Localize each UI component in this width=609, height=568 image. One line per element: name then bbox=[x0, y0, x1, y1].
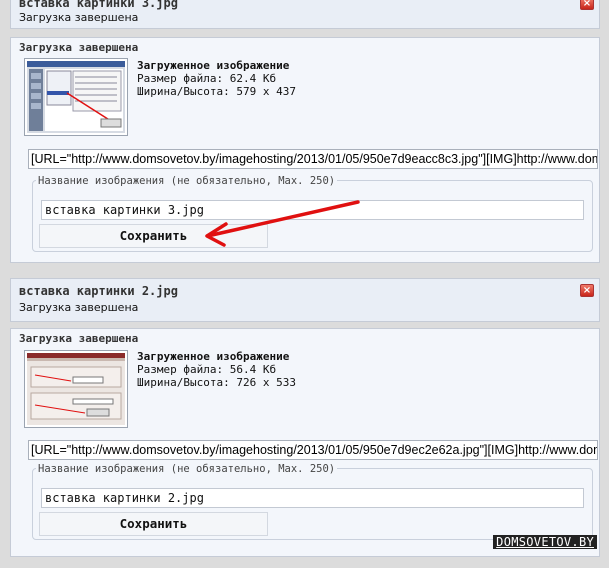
box-title: Загрузка завершена bbox=[19, 41, 139, 54]
upload-result-box: Загрузка завершена Загруженное изображен… bbox=[10, 37, 600, 263]
save-button[interactable]: Сохранить bbox=[39, 224, 268, 248]
image-name-input[interactable]: вставка картинки 3.jpg bbox=[41, 200, 584, 220]
upload-result-box: Загрузка завершена Загруженное изображен… bbox=[10, 328, 600, 557]
meta-title: Загруженное изображение bbox=[137, 350, 290, 363]
image-name-fieldset: Название изображения (не обязательно, Ma… bbox=[32, 175, 593, 252]
image-dimensions: Ширина/Высота: 579 x 437 bbox=[137, 85, 296, 98]
site-watermark: DOMSOVETOV.BY bbox=[493, 535, 597, 549]
upload-panel-header: вставка картинки 3.jpg Загрузка завершен… bbox=[10, 0, 600, 29]
bbcode-field[interactable]: [URL="http://www.domsovetov.by/imagehost… bbox=[28, 440, 598, 460]
close-icon[interactable]: × bbox=[580, 0, 594, 10]
thumbnail-preview bbox=[27, 61, 125, 133]
image-name-fieldset: Название изображения (не обязательно, Ma… bbox=[32, 463, 593, 540]
image-meta: Загруженное изображение Размер файла: 62… bbox=[137, 59, 296, 98]
image-meta: Загруженное изображение Размер файла: 56… bbox=[137, 350, 296, 389]
box-title: Загрузка завершена bbox=[19, 332, 139, 345]
file-name: вставка картинки 3.jpg bbox=[19, 0, 178, 10]
file-name: вставка картинки 2.jpg bbox=[19, 284, 178, 298]
image-name-legend: Название изображения (не обязательно, Ma… bbox=[36, 175, 338, 187]
save-button[interactable]: Сохранить bbox=[39, 512, 268, 536]
screenshot-thumbnail-graphic bbox=[27, 353, 125, 425]
close-icon[interactable]: × bbox=[580, 284, 594, 297]
image-dimensions: Ширина/Высота: 726 x 533 bbox=[137, 376, 296, 389]
upload-status: Загрузка завершена bbox=[19, 301, 139, 314]
image-name-input[interactable]: вставка картинки 2.jpg bbox=[41, 488, 584, 508]
upload-status: Загрузка завершена bbox=[19, 11, 139, 24]
screenshot-thumbnail-graphic bbox=[27, 61, 125, 133]
upload-panel-header: вставка картинки 2.jpg Загрузка завершен… bbox=[10, 278, 600, 322]
image-thumbnail[interactable] bbox=[24, 350, 128, 428]
file-size: Размер файла: 62.4 Кб bbox=[137, 72, 277, 85]
image-thumbnail[interactable] bbox=[24, 58, 128, 136]
thumbnail-preview bbox=[27, 353, 125, 425]
meta-title: Загруженное изображение bbox=[137, 59, 290, 72]
image-name-legend: Название изображения (не обязательно, Ma… bbox=[36, 463, 338, 475]
file-size: Размер файла: 56.4 Кб bbox=[137, 363, 277, 376]
bbcode-field[interactable]: [URL="http://www.domsovetov.by/imagehost… bbox=[28, 149, 598, 169]
